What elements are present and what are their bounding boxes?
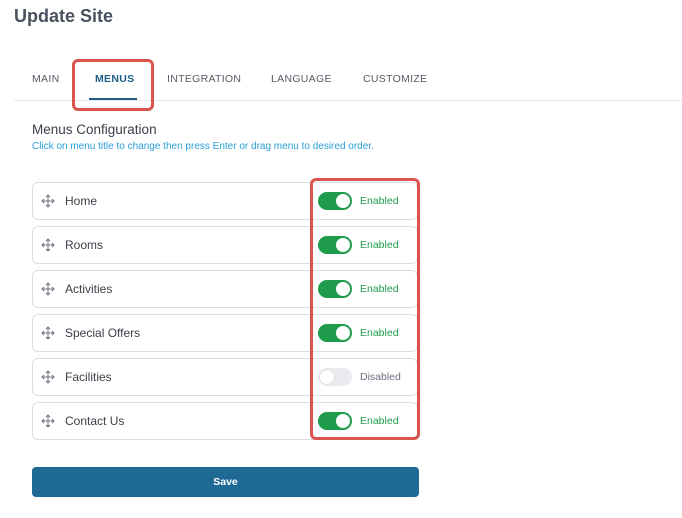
- status-home: Enabled: [360, 195, 399, 207]
- move-arrows-icon[interactable]: [41, 194, 55, 208]
- tab-main[interactable]: MAIN: [32, 73, 59, 85]
- menu-row-facilities[interactable]: Facilities Disabled: [32, 358, 418, 396]
- toggle-knob: [336, 414, 350, 428]
- menu-label-rooms[interactable]: Rooms: [65, 238, 103, 252]
- page-title: Update Site: [14, 6, 114, 26]
- section-title: Menus Configuration: [32, 122, 157, 137]
- toggle-knob: [320, 370, 334, 384]
- menu-label-activities[interactable]: Activities: [65, 282, 112, 296]
- menu-label-special-offers[interactable]: Special Offers: [65, 326, 140, 340]
- toggle-knob: [336, 194, 350, 208]
- section-subtitle: Click on menu title to change then press…: [32, 141, 374, 152]
- move-arrows-icon[interactable]: [41, 414, 55, 428]
- toggle-home[interactable]: [318, 192, 352, 210]
- toggle-contact-us[interactable]: [318, 412, 352, 430]
- menu-label-facilities[interactable]: Facilities: [65, 370, 112, 384]
- toggle-knob: [336, 282, 350, 296]
- tab-language[interactable]: LANGUAGE: [271, 73, 332, 85]
- tab-customize[interactable]: CUSTOMIZE: [363, 73, 427, 85]
- menu-row-rooms[interactable]: Rooms Enabled: [32, 226, 418, 264]
- toggle-activities[interactable]: [318, 280, 352, 298]
- menu-row-activities[interactable]: Activities Enabled: [32, 270, 418, 308]
- menu-row-home[interactable]: Home Enabled: [32, 182, 418, 220]
- toggle-special-offers[interactable]: [318, 324, 352, 342]
- move-arrows-icon[interactable]: [41, 238, 55, 252]
- status-contact-us: Enabled: [360, 415, 399, 427]
- menu-row-contact-us[interactable]: Contact Us Enabled: [32, 402, 418, 440]
- toggle-rooms[interactable]: [318, 236, 352, 254]
- toggle-knob: [336, 326, 350, 340]
- status-facilities: Disabled: [360, 371, 401, 383]
- move-arrows-icon[interactable]: [41, 282, 55, 296]
- toggle-knob: [336, 238, 350, 252]
- menu-label-contact-us[interactable]: Contact Us: [65, 414, 124, 428]
- active-tab-indicator: [89, 98, 137, 100]
- move-arrows-icon[interactable]: [41, 326, 55, 340]
- status-activities: Enabled: [360, 283, 399, 295]
- status-rooms: Enabled: [360, 239, 399, 251]
- status-special-offers: Enabled: [360, 327, 399, 339]
- save-button[interactable]: Save: [32, 467, 419, 497]
- menu-list: Home Enabled Rooms Enabled Activities En…: [32, 182, 418, 446]
- tab-integration[interactable]: INTEGRATION: [167, 73, 241, 85]
- menu-row-special-offers[interactable]: Special Offers Enabled: [32, 314, 418, 352]
- move-arrows-icon[interactable]: [41, 370, 55, 384]
- menu-label-home[interactable]: Home: [65, 194, 97, 208]
- toggle-facilities[interactable]: [318, 368, 352, 386]
- tab-bar: MAIN MENUS INTEGRATION LANGUAGE CUSTOMIZ…: [14, 60, 682, 101]
- tab-menus[interactable]: MENUS: [95, 73, 134, 85]
